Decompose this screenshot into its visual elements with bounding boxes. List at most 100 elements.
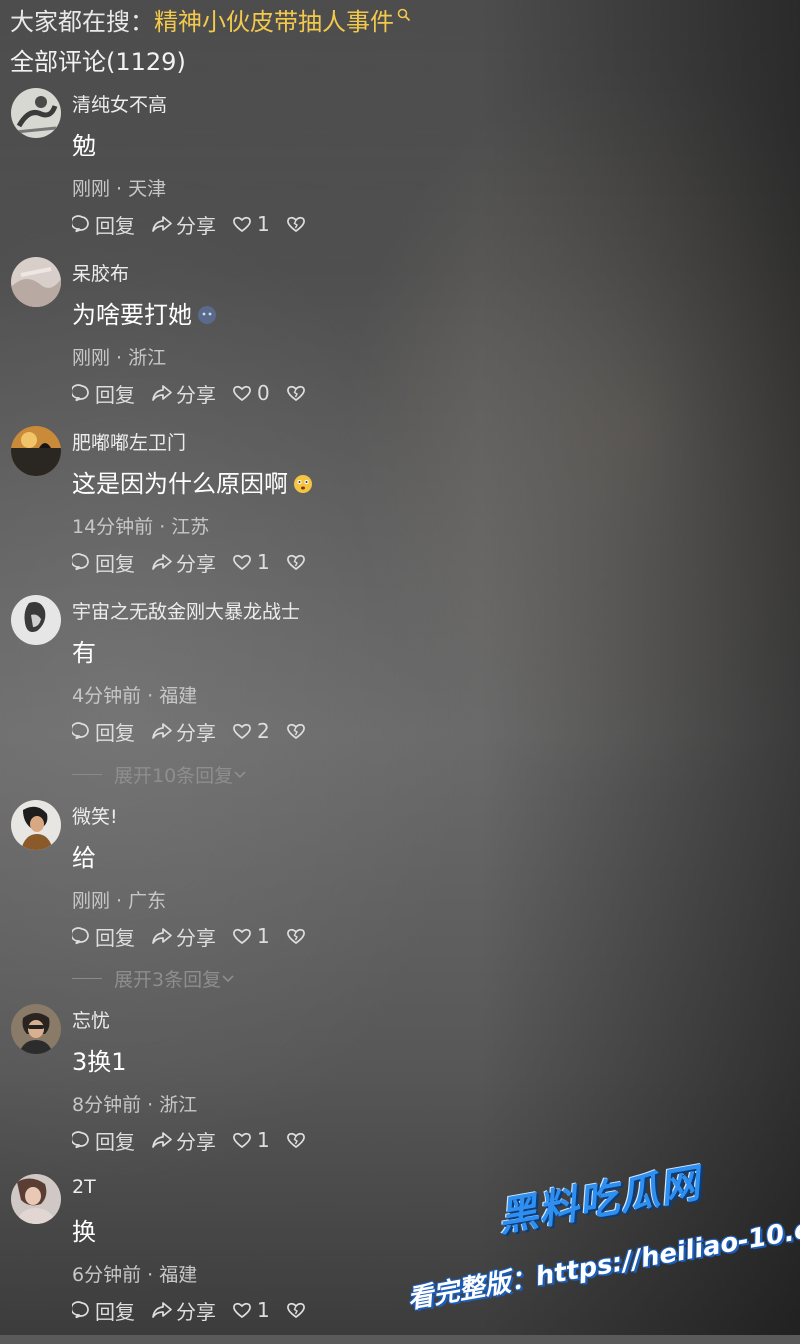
comment-username[interactable]: 呆胶布 — [72, 259, 129, 286]
reply-button[interactable]: 回复 — [72, 717, 135, 746]
comment-text: 为啥要打她 — [72, 295, 218, 330]
reply-bubble-icon — [72, 384, 89, 402]
reply-button[interactable]: 回复 — [72, 1126, 135, 1155]
like-count: 1 — [257, 212, 270, 236]
heart-icon — [233, 1302, 251, 1319]
dislike-button[interactable] — [286, 384, 309, 402]
comment-text-value: 为啥要打她 — [72, 301, 192, 329]
reply-bubble-icon — [72, 553, 89, 571]
like-button[interactable]: 1 — [232, 1298, 270, 1322]
heart-icon — [233, 554, 251, 571]
reply-label: 回复 — [95, 551, 135, 576]
dislike-button[interactable] — [286, 1301, 309, 1319]
dark-face-emoji — [198, 305, 216, 324]
reply-bubble-icon — [72, 1301, 89, 1319]
comment-username[interactable]: 忘忧 — [72, 1006, 110, 1033]
reply-label: 回复 — [95, 1129, 135, 1154]
share-label: 分享 — [176, 382, 216, 407]
comment-meta: 刚刚 · 浙江 — [72, 347, 167, 369]
avatar[interactable] — [11, 257, 61, 307]
comment-username[interactable]: 肥嘟嘟左卫门 — [72, 428, 186, 455]
reply-button[interactable]: 回复 — [72, 922, 135, 951]
comment-text: 有 — [72, 633, 96, 668]
share-button[interactable]: 分享 — [151, 1126, 216, 1155]
heart-icon — [233, 723, 251, 740]
like-button[interactable]: 2 — [232, 719, 270, 743]
avatar[interactable] — [11, 1174, 61, 1224]
avatar[interactable] — [11, 426, 61, 476]
flushed-face-emoji — [294, 474, 312, 493]
comment-username[interactable]: 清纯女不高 — [72, 90, 167, 117]
expand-replies-button[interactable]: 展开10条回复 — [72, 761, 247, 788]
dislike-button[interactable] — [286, 722, 309, 740]
avatar[interactable] — [11, 595, 61, 645]
comment-username[interactable]: 微笑! — [72, 802, 118, 829]
chevron-down-icon — [222, 974, 234, 982]
comment-meta: 14分钟前 · 江苏 — [72, 516, 210, 538]
share-arrow-icon — [152, 928, 172, 944]
comment-actions: 回复 分享 1 — [72, 210, 325, 238]
comment-meta: 6分钟前 · 福建 — [72, 1264, 198, 1286]
comment-username[interactable]: 宇宙之无敌金刚大暴龙战士 — [72, 597, 300, 624]
expand-replies-label: 展开10条回复 — [114, 765, 234, 787]
like-button[interactable]: 0 — [232, 381, 270, 405]
comment-text-value: 勉 — [72, 132, 96, 160]
comment-text-value: 这是因为什么原因啊 — [72, 470, 288, 498]
dislike-button[interactable] — [286, 1131, 309, 1149]
broken-heart-icon — [286, 554, 305, 571]
comment-meta: 4分钟前 · 福建 — [72, 685, 198, 707]
share-label: 分享 — [176, 1129, 216, 1154]
share-button[interactable]: 分享 — [151, 922, 216, 951]
share-arrow-icon — [152, 1302, 172, 1318]
reply-button[interactable]: 回复 — [72, 210, 135, 239]
dislike-button[interactable] — [286, 215, 309, 233]
comment-text: 这是因为什么原因啊 — [72, 464, 314, 499]
comment-item: 宇宙之无敌金刚大暴龙战士 有 4分钟前 · 福建 回复 分享 2 — [0, 595, 800, 765]
broken-heart-icon — [286, 385, 305, 402]
heart-icon — [233, 216, 251, 233]
avatar[interactable] — [11, 1004, 61, 1054]
dislike-button[interactable] — [286, 927, 309, 945]
like-button[interactable]: 1 — [232, 1128, 270, 1152]
reply-button[interactable]: 回复 — [72, 379, 135, 408]
share-arrow-icon — [152, 723, 172, 739]
comment-actions: 回复 分享 0 — [72, 379, 325, 407]
like-button[interactable]: 1 — [232, 550, 270, 574]
reply-button[interactable]: 回复 — [72, 1296, 135, 1325]
avatar[interactable] — [11, 800, 61, 850]
comment-text-value: 3换1 — [72, 1048, 127, 1076]
like-count: 1 — [257, 1298, 270, 1322]
search-suggestion-keyword[interactable]: 精神小伙皮带抽人事件 — [154, 2, 394, 37]
dislike-button[interactable] — [286, 553, 309, 571]
share-button[interactable]: 分享 — [151, 548, 216, 577]
divider-dash — [72, 774, 102, 775]
like-button[interactable]: 1 — [232, 924, 270, 948]
comment-item: 呆胶布 为啥要打她 刚刚 · 浙江 回复 分享 0 — [0, 257, 800, 427]
comment-text-value: 有 — [72, 639, 96, 667]
comment-text: 给 — [72, 838, 96, 873]
like-count: 1 — [257, 1128, 270, 1152]
search-icon[interactable] — [397, 8, 411, 22]
avatar[interactable] — [11, 88, 61, 138]
reply-button[interactable]: 回复 — [72, 548, 135, 577]
share-arrow-icon — [152, 385, 172, 401]
expand-replies-button[interactable]: 展开3条回复 — [72, 965, 235, 992]
comment-text: 3换1 — [72, 1042, 127, 1077]
comment-text: 换 — [72, 1212, 96, 1247]
share-arrow-icon — [152, 216, 172, 232]
like-button[interactable]: 1 — [232, 212, 270, 236]
search-suggestion[interactable]: 大家都在搜： 精神小伙皮带抽人事件 — [10, 2, 411, 36]
reply-label: 回复 — [95, 1299, 135, 1324]
comment-text-value: 给 — [72, 844, 96, 872]
comment-meta: 刚刚 · 广东 — [72, 890, 167, 912]
comment-item: 2T 换 6分钟前 · 福建 回复 分享 1 — [0, 1174, 800, 1344]
share-button[interactable]: 分享 — [151, 379, 216, 408]
share-button[interactable]: 分享 — [151, 717, 216, 746]
like-count: 2 — [257, 719, 270, 743]
share-button[interactable]: 分享 — [151, 210, 216, 239]
broken-heart-icon — [286, 1302, 305, 1319]
share-button[interactable]: 分享 — [151, 1296, 216, 1325]
comment-username[interactable]: 2T — [72, 1176, 96, 1198]
search-suggestion-prefix: 大家都在搜： — [10, 7, 154, 36]
expand-replies-label: 展开3条回复 — [114, 969, 222, 991]
